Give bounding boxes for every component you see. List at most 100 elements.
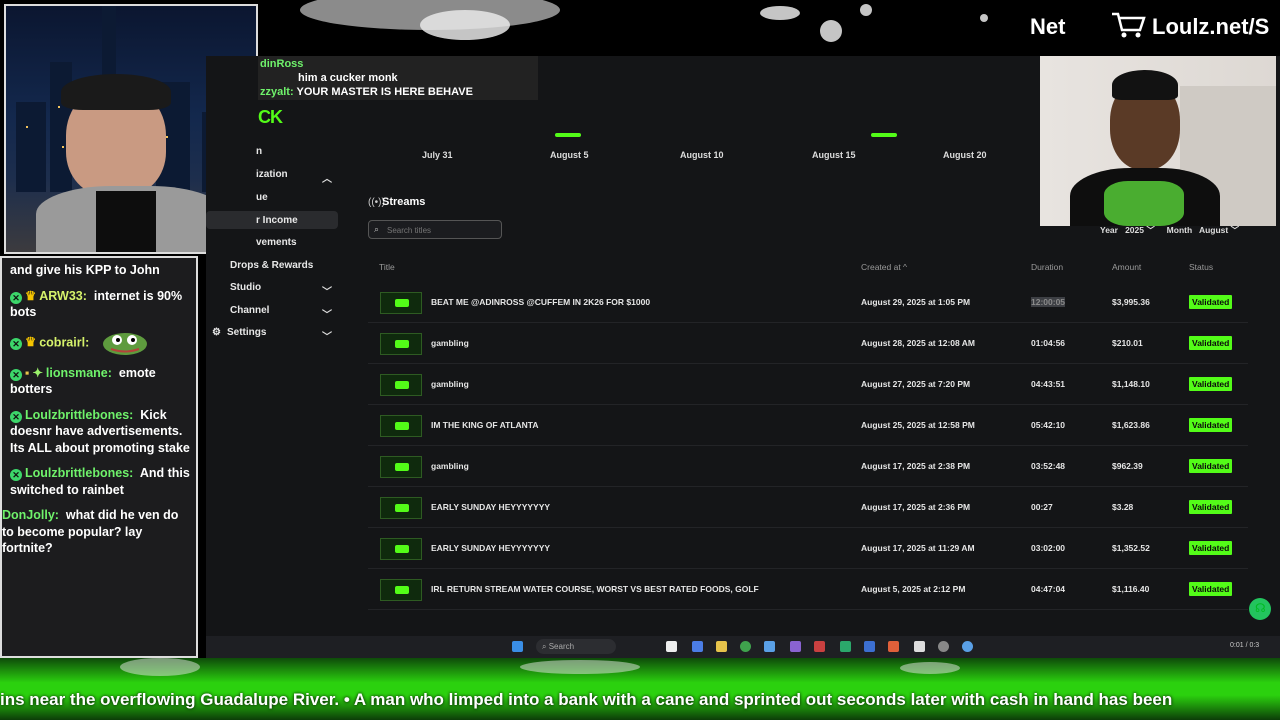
folder-icon[interactable] — [716, 641, 727, 652]
help-chat-button[interactable]: ☊ — [1249, 598, 1271, 620]
table-row[interactable]: gambling August 17, 2025 at 2:38 PM 03:5… — [368, 446, 1248, 487]
taskbar-search[interactable]: ⌕ Search — [536, 639, 616, 654]
chat-username[interactable]: lionsmane: — [46, 366, 112, 380]
stream-thumbnail — [380, 579, 422, 601]
chrome-icon[interactable] — [740, 641, 751, 652]
sidebar-item-drops[interactable]: Drops & Rewards — [206, 260, 338, 271]
column-header-status[interactable]: Status — [1189, 262, 1213, 272]
table-row[interactable]: BEAT ME @ADINROSS @CUFFEM IN 2K26 FOR $1… — [368, 282, 1248, 323]
row-title: gambling — [431, 461, 469, 471]
chat-panel: and give his KPP to John ✕ ♛ ARW33: intern… — [0, 256, 198, 658]
table-row[interactable]: gambling August 27, 2025 at 7:20 PM 04:4… — [368, 364, 1248, 405]
chevron-up-icon: ︿ — [322, 174, 332, 185]
chat-username[interactable]: Loulzbrittlebones: — [25, 466, 133, 480]
moderator-badge-icon: ✕ — [10, 410, 22, 423]
chat-username[interactable]: cobrairl: — [39, 335, 89, 349]
row-duration: 03:52:48 — [1031, 461, 1066, 471]
taskbar: ⌕ Search 0:01 / 0:3 — [206, 636, 1280, 658]
search-icon: ⌕ — [374, 224, 380, 234]
search-input[interactable] — [385, 223, 499, 238]
chat-message: and give his KPP to John — [10, 263, 160, 277]
row-title: gambling — [431, 379, 469, 389]
row-created: August 29, 2025 at 1:05 PM — [861, 297, 971, 307]
timeline-bar — [555, 133, 581, 137]
column-header-created[interactable]: Created at ^ — [861, 262, 907, 272]
table-row[interactable]: IM THE KING OF ATLANTA August 25, 2025 a… — [368, 405, 1248, 446]
app-icon[interactable] — [914, 641, 925, 652]
webcam-right — [1040, 56, 1276, 226]
row-title: gambling — [431, 338, 469, 348]
search-box[interactable]: ⌕ — [368, 220, 502, 239]
app-icon[interactable] — [666, 641, 677, 652]
sidebar-item-income[interactable]: r Income — [206, 211, 338, 229]
moderator-badge-icon: ✕ — [10, 368, 22, 381]
app-icon[interactable] — [840, 641, 851, 652]
table-row[interactable]: IRL RETURN STREAM WATER COURSE, WORST VS… — [368, 569, 1248, 610]
row-amount: $3,995.36 — [1112, 297, 1150, 307]
table-row[interactable]: gambling August 28, 2025 at 12:08 AM 01:… — [368, 323, 1248, 364]
column-header-duration[interactable]: Duration — [1031, 262, 1063, 272]
row-created: August 17, 2025 at 2:38 PM — [861, 461, 971, 471]
sidebar-item-revenue[interactable]: ue — [206, 192, 338, 203]
badge-icon: ▪ — [25, 365, 30, 380]
column-header-amount[interactable]: Amount — [1112, 262, 1141, 272]
status-badge: Validated — [1189, 582, 1233, 596]
row-created: August 17, 2025 at 2:36 PM — [861, 502, 971, 512]
status-badge: Validated — [1189, 336, 1233, 350]
table-row[interactable]: EARLY SUNDAY HEYYYYYYY August 17, 2025 a… — [368, 487, 1248, 528]
chevron-down-icon: ﹀ — [322, 287, 332, 298]
chat-message: ✕ ♛ ARW33: internet is 90% bots — [10, 288, 183, 319]
discord-icon[interactable] — [790, 641, 801, 652]
app-icon[interactable] — [962, 641, 973, 652]
app-icon[interactable] — [814, 641, 825, 652]
month-select[interactable]: August ﹀ — [1199, 225, 1239, 235]
steam-icon[interactable] — [764, 641, 775, 652]
windows-start-icon[interactable] — [512, 641, 523, 652]
timeline-label: August 15 — [812, 150, 856, 160]
sidebar-item-achievements[interactable]: vements — [206, 237, 338, 248]
brave-icon[interactable] — [888, 641, 899, 652]
sidebar-item[interactable]: n — [256, 146, 388, 157]
row-created: August 27, 2025 at 7:20 PM — [861, 379, 971, 389]
row-title: IM THE KING OF ATLANTA — [431, 420, 539, 430]
video-timestamp: 0:01 / 0:3 — [1230, 642, 1260, 649]
row-duration: 12:00:05 — [1031, 297, 1066, 307]
chat-message: DonJolly: what did he ven do to become p… — [2, 508, 179, 555]
row-title: EARLY SUNDAY HEYYYYYYY — [431, 502, 551, 512]
chat-username[interactable]: ARW33: — [39, 289, 87, 303]
row-amount: $210.01 — [1112, 338, 1143, 348]
chat-username[interactable]: DonJolly: — [2, 508, 59, 522]
row-amount: $1,148.10 — [1112, 379, 1150, 389]
app-icon[interactable] — [864, 641, 875, 652]
status-badge: Validated — [1189, 541, 1233, 555]
row-duration: 00:27 — [1031, 502, 1053, 512]
cart-icon — [1112, 12, 1146, 38]
row-duration: 04:47:04 — [1031, 584, 1066, 594]
sidebar-item-settings[interactable]: ⚙ Settings ﹀ — [206, 327, 338, 343]
sidebar-item-studio[interactable]: Studio ﹀ — [206, 282, 338, 298]
status-badge: Validated — [1189, 418, 1233, 432]
column-header-title[interactable]: Title — [379, 262, 395, 272]
sidebar-item-channel[interactable]: Channel ﹀ — [206, 305, 338, 321]
badge-icon: ✦ — [32, 365, 43, 380]
stream-thumbnail — [380, 374, 422, 396]
stream-chat-overlay: dinRoss him a cucker monk zzyalt: YOUR M… — [258, 56, 538, 100]
news-ticker: ins near the overflowing Guadalupe River… — [0, 690, 1173, 709]
crown-icon: ♛ — [25, 288, 37, 303]
row-amount: $1,352.52 — [1112, 543, 1150, 553]
stream-thumbnail — [380, 333, 422, 355]
row-created: August 25, 2025 at 12:58 PM — [861, 420, 975, 430]
row-amount: $1,623.86 — [1112, 420, 1150, 430]
timeline-label: August 5 — [550, 150, 589, 160]
chat-username[interactable]: Loulzbrittlebones: — [25, 408, 133, 422]
sidebar-item-monetization[interactable]: ization ︿ — [206, 169, 338, 185]
year-select[interactable]: 2025 ﹀ — [1125, 225, 1155, 235]
app-icon[interactable] — [692, 641, 703, 652]
settings-icon[interactable] — [938, 641, 949, 652]
table-row[interactable]: EARLY SUNDAY HEYYYYYYY August 17, 2025 a… — [368, 528, 1248, 569]
headset-icon: ☊ — [1255, 601, 1266, 615]
row-title: BEAT ME @ADINROSS @CUFFEM IN 2K26 FOR $1… — [431, 297, 651, 307]
row-duration: 01:04:56 — [1031, 338, 1066, 348]
row-amount: $1,116.40 — [1112, 584, 1150, 594]
row-duration: 04:43:51 — [1031, 379, 1066, 389]
